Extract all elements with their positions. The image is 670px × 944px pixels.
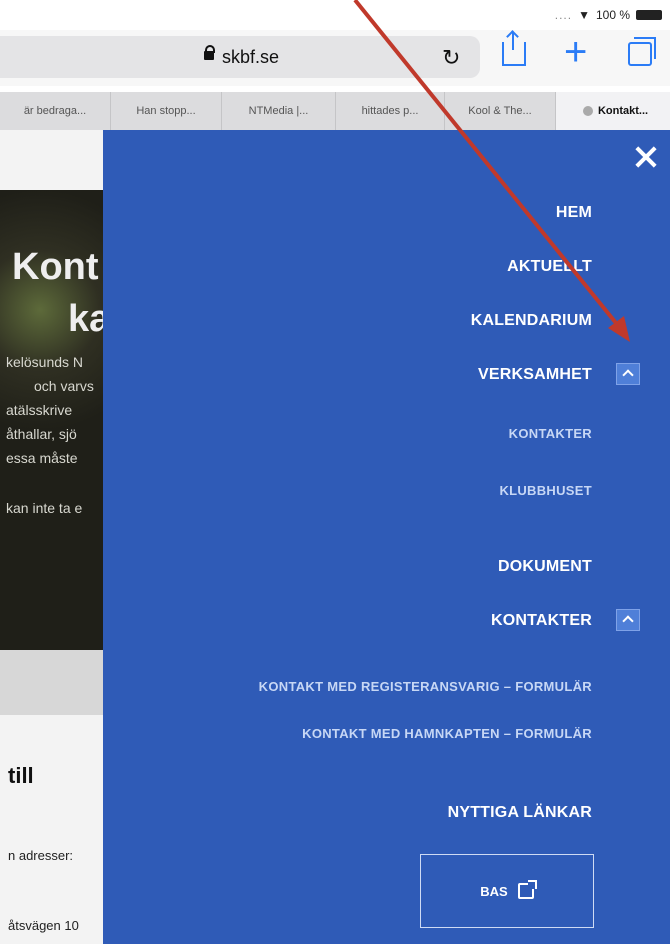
hero-text-line: åthallar, sjö [6, 426, 77, 442]
page-text: åtsvägen 10 [8, 918, 79, 933]
chevron-up-icon[interactable] [616, 609, 640, 631]
lock-icon [204, 45, 215, 60]
page-text: n adresser: [8, 848, 74, 863]
browser-tab[interactable]: är bedraga... [0, 92, 111, 130]
browser-toolbar: skbf.se ↻ + [0, 30, 670, 86]
browser-tab[interactable]: hittades p... [336, 92, 445, 130]
reload-icon[interactable]: ↻ [442, 45, 460, 71]
nav-subitem-kontakter[interactable]: KONTAKTER [509, 426, 592, 441]
nav-item-verksamhet[interactable]: VERKSAMHET [478, 366, 592, 384]
share-icon[interactable] [502, 32, 526, 66]
browser-tab[interactable]: Kool & The... [445, 92, 556, 130]
chevron-up-icon[interactable] [616, 363, 640, 385]
bas-button[interactable]: BAS [420, 854, 594, 928]
nav-subitem-klubbhuset[interactable]: KLUBBHUSET [499, 483, 592, 498]
nav-subitem-hamnkapten[interactable]: KONTAKT MED HAMNKAPTEN – FORMULÄR [302, 726, 592, 741]
tab-strip: är bedraga... Han stopp... NTMedia |... … [0, 92, 670, 130]
tabs-overview-icon[interactable] [628, 37, 656, 66]
nav-item-nyttiga-lankar[interactable]: NYTTIGA LÄNKAR [448, 804, 592, 822]
nav-item-aktuellt[interactable]: AKTUELLT [507, 258, 592, 276]
nav-subitem-registeransvarig[interactable]: KONTAKT MED REGISTERANSVARIG – FORMULÄR [259, 679, 592, 694]
status-bar: .... ▼ 100 % [0, 0, 670, 30]
hero-text-line: atälsskrive [6, 402, 73, 418]
browser-tab[interactable]: NTMedia |... [222, 92, 336, 130]
battery-icon [636, 10, 662, 20]
wifi-icon: ▼ [578, 8, 590, 22]
new-tab-icon[interactable]: + [564, 30, 587, 75]
status-indicators: .... ▼ 100 % [555, 8, 662, 22]
nav-item-kalendarium[interactable]: KALENDARIUM [471, 312, 592, 330]
navigation-menu: HEM AKTUELLT KALENDARIUM VERKSAMHET KONT… [103, 130, 670, 944]
address-bar[interactable]: skbf.se ↻ [0, 36, 480, 78]
bas-label: BAS [480, 883, 508, 899]
grey-band [0, 650, 103, 715]
battery-label: 100 % [595, 8, 630, 22]
hero-text-line: essa måste [6, 450, 78, 466]
page-heading: till [8, 763, 34, 788]
nav-item-hem[interactable]: HEM [556, 204, 592, 222]
hero-text-line: kelösunds N [6, 354, 84, 370]
nav-item-kontakter[interactable]: KONTAKTER [491, 612, 592, 630]
nav-item-dokument[interactable]: DOKUMENT [498, 558, 592, 576]
external-link-icon [517, 880, 537, 899]
tab-close-icon[interactable] [582, 106, 593, 117]
hero-text-line: och varvs [34, 378, 94, 394]
hero-title: Kont [12, 246, 99, 288]
signal-icon: .... [554, 8, 573, 22]
hero-text-line: kan inte ta e [6, 500, 83, 516]
url-text: skbf.se [222, 47, 280, 67]
browser-tab-active[interactable]: Kontakt... [556, 92, 670, 130]
close-icon[interactable] [634, 146, 656, 168]
browser-tab[interactable]: Han stopp... [111, 92, 222, 130]
